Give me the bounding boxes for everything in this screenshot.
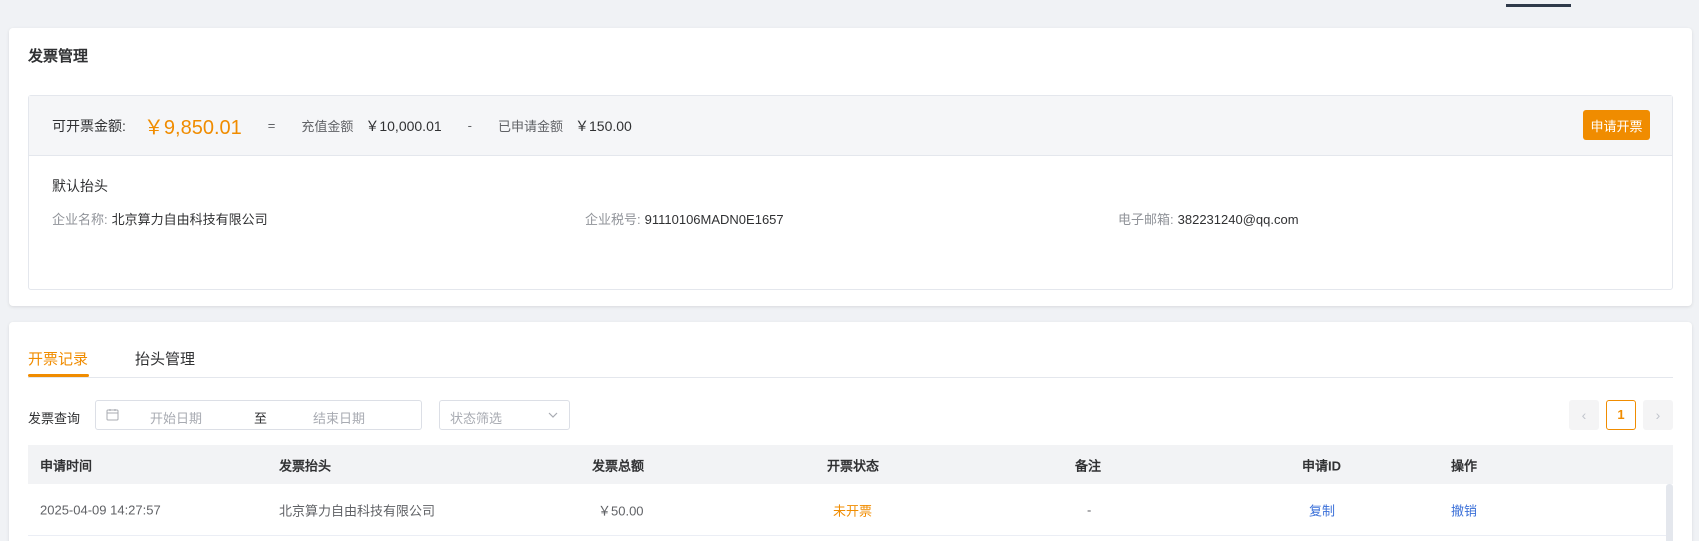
pager-page-1[interactable]: 1: [1606, 400, 1636, 430]
col-remark: 备注: [1075, 458, 1102, 473]
tab-header-management[interactable]: 抬头管理: [135, 348, 195, 369]
default-header-title: 默认抬头: [52, 178, 108, 194]
email-value: 382231240@qq.com: [1177, 212, 1299, 227]
email-info: 电子邮箱: 382231240@qq.com: [1118, 209, 1299, 228]
range-separator: 至: [254, 411, 268, 426]
tax-id-info: 企业税号: 91110106MADN0E1657: [585, 209, 784, 228]
tab-invoice-records[interactable]: 开票记录: [28, 348, 88, 369]
company-label: 企业名称:: [52, 212, 108, 227]
applied-label: 已申请金额: [498, 119, 564, 134]
tax-value: 91110106MADN0E1657: [644, 212, 784, 227]
invoice-records-card: 开票记录 抬头管理 发票查询 开始日期 至 结束日期 状态筛选 ‹ 1 › 申请…: [9, 322, 1692, 541]
available-amount: ￥9,850.01: [143, 117, 242, 139]
col-invoice-status: 开票状态: [827, 458, 880, 473]
col-invoice-title: 发票抬头: [279, 458, 332, 473]
top-nav-indicator: [1506, 4, 1571, 7]
date-range-picker[interactable]: 开始日期 至 结束日期: [95, 400, 422, 430]
copy-id-link[interactable]: 复制: [1309, 500, 1335, 519]
table-row: 2025-04-09 14:27:57 北京算力自由科技有限公司 ￥50.00 …: [28, 484, 1673, 536]
invoice-records-table: 申请时间 发票抬头 发票总额 开票状态 备注 申请ID 操作 2025-04-0…: [28, 445, 1673, 541]
active-tab-underline: [28, 374, 89, 377]
row-invoice-total: ￥50.00: [598, 503, 644, 518]
pager-next-button[interactable]: ›: [1643, 400, 1673, 430]
start-date-input[interactable]: 开始日期: [150, 408, 202, 427]
row-status-badge: 未开票: [833, 503, 873, 518]
apply-invoice-button[interactable]: 申请开票: [1583, 110, 1650, 140]
amount-row: 可开票金额: ￥9,850.01 = 充值金额 ￥10,000.01 - 已申请…: [29, 96, 1672, 156]
email-label: 电子邮箱:: [1118, 212, 1174, 227]
chevron-down-icon: [547, 409, 559, 424]
pager-prev-button[interactable]: ‹: [1569, 400, 1599, 430]
company-value: 北京算力自由科技有限公司: [111, 212, 268, 227]
row-remark: -: [1087, 502, 1092, 517]
recharge-amount: ￥10,000.01: [365, 117, 442, 134]
records-tabs: 开票记录 抬头管理: [28, 348, 1673, 378]
company-name-info: 企业名称: 北京算力自由科技有限公司: [52, 209, 268, 228]
col-invoice-total: 发票总额: [592, 458, 645, 473]
col-actions: 操作: [1451, 458, 1478, 473]
row-invoice-title: 北京算力自由科技有限公司: [279, 503, 436, 518]
recharge-label: 充值金额: [301, 119, 354, 134]
filter-label: 发票查询: [28, 411, 81, 426]
available-label: 可开票金额:: [52, 117, 126, 134]
equals-sign: =: [267, 118, 276, 133]
applied-amount: ￥150.00: [575, 117, 632, 134]
invoice-summary: 可开票金额: ￥9,850.01 = 充值金额 ￥10,000.01 - 已申请…: [28, 95, 1673, 290]
row-apply-time: 2025-04-09 14:27:57: [40, 502, 161, 517]
end-date-input[interactable]: 结束日期: [313, 408, 365, 427]
invoice-management-card: 发票管理 可开票金额: ￥9,850.01 = 充值金额 ￥10,000.01 …: [9, 28, 1692, 306]
calendar-icon: [106, 408, 119, 424]
col-apply-id: 申请ID: [1302, 458, 1342, 473]
status-filter-select[interactable]: 状态筛选: [439, 400, 570, 430]
minus-sign: -: [467, 118, 472, 133]
table-header: 申请时间 发票抬头 发票总额 开票状态 备注 申请ID 操作: [28, 445, 1673, 484]
table-scrollbar[interactable]: [1666, 484, 1673, 541]
card-title: 发票管理: [28, 48, 89, 65]
revoke-link[interactable]: 撤销: [1451, 500, 1477, 519]
tax-label: 企业税号:: [585, 212, 641, 227]
col-apply-time: 申请时间: [40, 458, 93, 473]
top-strip: [0, 0, 1699, 7]
status-placeholder: 状态筛选: [450, 411, 503, 426]
